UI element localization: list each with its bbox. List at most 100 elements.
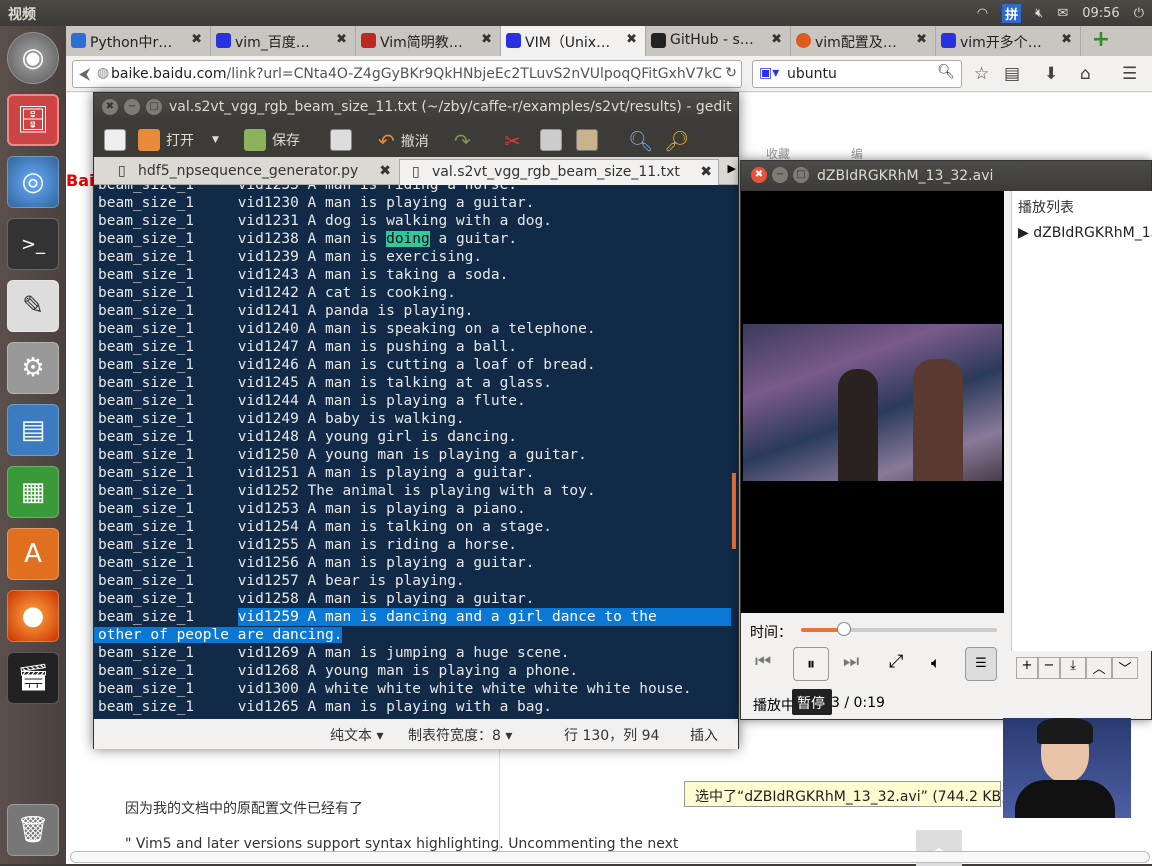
close-icon[interactable]: ✖ bbox=[700, 164, 712, 180]
trash-icon[interactable]: 🗑︎ bbox=[7, 804, 59, 856]
files-icon[interactable]: 🗄 bbox=[7, 94, 59, 146]
editor-scrollbar[interactable] bbox=[732, 473, 736, 549]
new-tab-button[interactable]: + bbox=[1081, 26, 1121, 56]
video-player-icon[interactable]: 🎬︎ bbox=[7, 652, 59, 704]
dash-icon[interactable]: ◉ bbox=[7, 32, 59, 84]
minimize-icon[interactable]: − bbox=[124, 99, 140, 115]
text-editor-icon[interactable]: ✎ bbox=[7, 280, 59, 332]
close-icon[interactable]: ✖ bbox=[481, 32, 492, 47]
close-icon[interactable]: ✖ bbox=[916, 32, 927, 47]
gedit-titlebar[interactable]: ✖ − □ val.s2vt_vgg_rgb_beam_size_11.txt … bbox=[94, 93, 738, 121]
paste-button[interactable] bbox=[576, 129, 598, 151]
code-line: beam_size_1 vid1231 A dog is walking wit… bbox=[98, 212, 734, 230]
tab-python[interactable]: Python中r… ✖ bbox=[66, 26, 211, 56]
close-icon[interactable]: ✖ bbox=[751, 167, 767, 183]
tab-vim-config[interactable]: vim配置及… ✖ bbox=[791, 26, 936, 56]
hair-shape bbox=[1037, 718, 1093, 744]
previous-icon[interactable]: ⏮ bbox=[755, 651, 771, 672]
clock[interactable]: 09:56 bbox=[1082, 6, 1119, 21]
pause-button[interactable]: ⏸ bbox=[793, 647, 829, 681]
back-icon[interactable]: ⮜ bbox=[79, 64, 90, 84]
code-line: beam_size_1 vid1240 A man is speaking on… bbox=[98, 320, 734, 338]
open-button[interactable]: 打开 ▼ bbox=[138, 129, 219, 151]
wifi-icon[interactable]: ◠ bbox=[977, 6, 988, 21]
terminal-icon[interactable]: >_ bbox=[7, 218, 59, 270]
close-icon[interactable]: ✖ bbox=[626, 32, 637, 47]
next-icon[interactable]: ⏭ bbox=[843, 651, 859, 672]
save-button[interactable]: 保存 bbox=[244, 129, 300, 151]
tab-github[interactable]: GitHub - s… ✖ bbox=[646, 26, 791, 56]
line-key: beam_size_1 bbox=[98, 375, 195, 391]
expand-icon[interactable]: ▶ bbox=[1018, 225, 1033, 241]
close-icon[interactable]: ✖ bbox=[379, 163, 391, 179]
maximize-icon[interactable]: □ bbox=[793, 167, 809, 183]
tab-width-selector[interactable]: 制表符宽度：8 ▾ bbox=[408, 725, 512, 745]
volume-icon[interactable]: 🔈︎ bbox=[931, 653, 941, 673]
tab-label: Vim简明教… bbox=[380, 35, 463, 51]
undo-button[interactable]: ↶ 撤消 bbox=[378, 129, 429, 153]
move-up-icon[interactable]: ︿ bbox=[1086, 657, 1112, 679]
save-playlist-icon[interactable]: ⤓ bbox=[1060, 657, 1086, 679]
cut-button[interactable]: ✂ bbox=[504, 129, 521, 153]
print-button[interactable] bbox=[330, 129, 352, 151]
seek-bar[interactable] bbox=[801, 622, 997, 636]
close-icon[interactable]: ✖ bbox=[102, 99, 118, 115]
close-icon[interactable]: ✖ bbox=[771, 32, 782, 47]
firefox-icon[interactable]: ● bbox=[7, 590, 59, 642]
fullscreen-icon[interactable]: ⤢ bbox=[889, 651, 903, 672]
player-titlebar[interactable]: ✖ − □ dZBIdRGKRhM_13_32.avi bbox=[741, 161, 1151, 191]
close-icon[interactable]: ✖ bbox=[191, 32, 202, 47]
calc-icon[interactable]: ▦ bbox=[7, 466, 59, 518]
minimize-icon[interactable]: − bbox=[772, 167, 788, 183]
close-icon[interactable]: ✖ bbox=[336, 32, 347, 47]
video-area[interactable] bbox=[741, 191, 1004, 613]
chromium-icon[interactable]: ◎ bbox=[7, 156, 59, 208]
text-editor[interactable]: beam_size_1 vid1233 A man is riding a ho… bbox=[94, 185, 738, 719]
playlist-toggle-button[interactable]: ☰ bbox=[965, 647, 997, 681]
volume-icon[interactable]: 🔇︎ bbox=[1035, 6, 1043, 21]
impress-icon[interactable]: ▤ bbox=[7, 404, 59, 456]
tab-scroll-right-icon[interactable]: ▶ bbox=[728, 162, 736, 175]
input-method-icon[interactable]: 拼 bbox=[1002, 4, 1022, 23]
remove-icon[interactable]: − bbox=[1038, 657, 1060, 679]
redo-button[interactable]: ↷ bbox=[454, 129, 471, 153]
add-icon[interactable]: + bbox=[1016, 657, 1038, 679]
new-button[interactable] bbox=[104, 129, 126, 151]
search-icon[interactable]: 🔍︎ bbox=[937, 64, 955, 80]
tab-vim-multi[interactable]: vim开多个… ✖ bbox=[936, 26, 1081, 56]
replace-button[interactable]: 🔎︎ bbox=[664, 129, 689, 153]
url-bar[interactable]: ⮜ ◍ baike.baidu.com/link?url=CNta4O-Z4gG… bbox=[72, 60, 742, 88]
horizontal-scrollbar[interactable] bbox=[70, 851, 1150, 863]
copy-button[interactable] bbox=[540, 129, 562, 151]
playlist-header: 播放列表 bbox=[1018, 200, 1074, 216]
system-icon[interactable]: ⚙ bbox=[7, 342, 59, 394]
tab-favicon bbox=[361, 33, 376, 48]
tab-vim-baidu[interactable]: vim_百度… ✖ bbox=[211, 26, 356, 56]
person-silhouette bbox=[838, 369, 878, 481]
search-icon: 🔍︎ bbox=[628, 129, 654, 153]
reload-icon[interactable]: ↻ bbox=[725, 65, 737, 81]
chevron-down-icon[interactable]: ▼ bbox=[212, 135, 219, 145]
search-box[interactable]: ▣▾ ubuntu 🔍︎ bbox=[752, 60, 962, 88]
power-icon[interactable]: ⏻ bbox=[1134, 6, 1144, 21]
maximize-icon[interactable]: □ bbox=[146, 99, 162, 115]
download-icon[interactable]: ⬇ bbox=[1044, 64, 1058, 84]
tab-vim-unix[interactable]: VIM（Unix… ✖ bbox=[501, 26, 646, 56]
tab-vim-tutorial[interactable]: Vim简明教… ✖ bbox=[356, 26, 501, 56]
tab-val[interactable]: ▯ val.s2vt_vgg_rgb_beam_size_11.txt ✖ bbox=[399, 159, 719, 185]
software-center-icon[interactable]: A bbox=[7, 528, 59, 580]
reading-list-icon[interactable]: ▤ bbox=[1004, 64, 1020, 84]
envelope-icon[interactable]: ✉ bbox=[1057, 6, 1068, 21]
line-key: beam_size_1 bbox=[98, 213, 195, 229]
move-down-icon[interactable]: ﹀ bbox=[1112, 657, 1138, 679]
menu-icon[interactable]: ☰ bbox=[1122, 64, 1137, 84]
language-selector[interactable]: 纯文本 ▾ bbox=[330, 725, 383, 745]
baidu-search-icon[interactable]: ▣▾ bbox=[759, 65, 779, 81]
close-icon[interactable]: ✖ bbox=[1061, 32, 1072, 47]
find-button[interactable]: 🔍︎ bbox=[628, 129, 653, 153]
home-icon[interactable]: ⌂ bbox=[1080, 64, 1091, 84]
tab-hdf5[interactable]: ▯ hdf5_npsequence_generator.py ✖ bbox=[94, 159, 397, 185]
bookmark-star-icon[interactable]: ☆ bbox=[974, 64, 989, 84]
playlist-item[interactable]: ▶ dZBIdRGKRhM_13_ bbox=[1012, 223, 1152, 241]
seek-handle[interactable] bbox=[837, 622, 852, 636]
